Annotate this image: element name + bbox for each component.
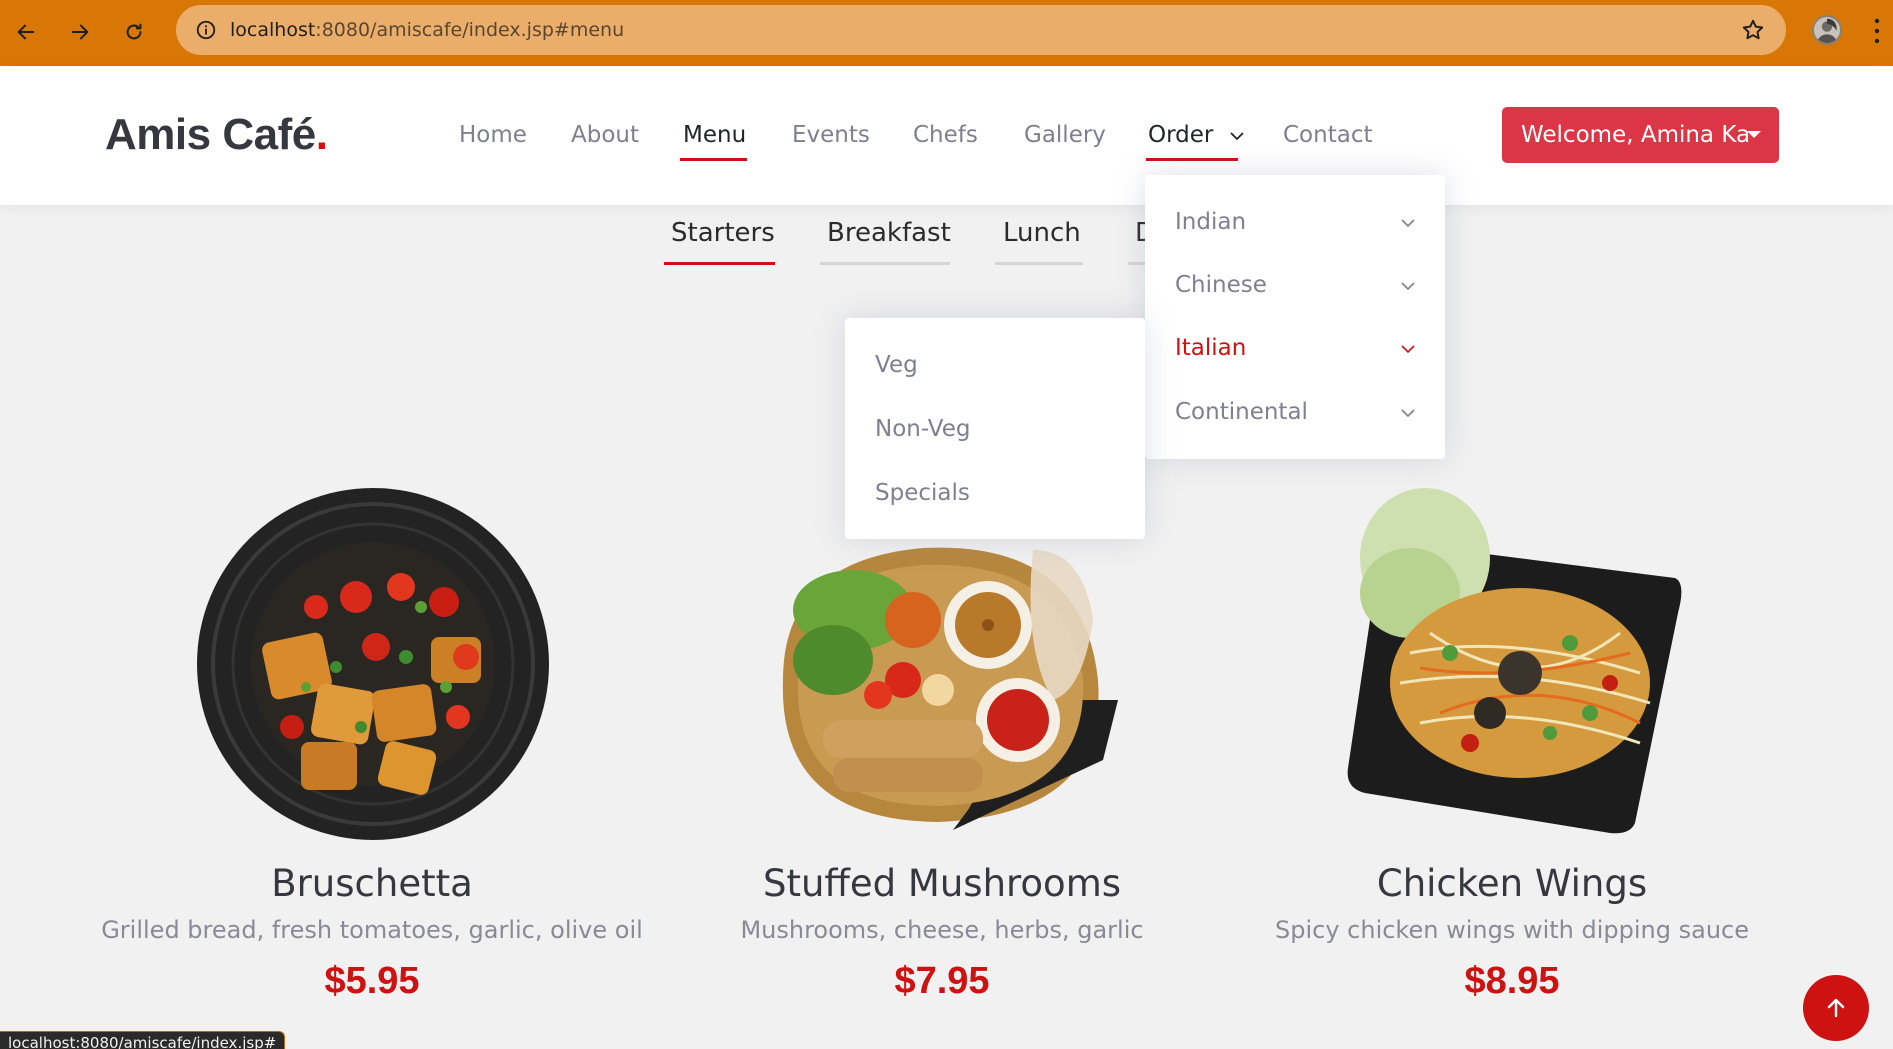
chicken-wings-image	[1347, 488, 1682, 834]
menu-item-title: Chicken Wings	[1376, 862, 1648, 905]
browser-menu-icon[interactable]	[1872, 16, 1882, 46]
welcome-user-button[interactable]: Welcome, Amina Ka	[1502, 107, 1779, 163]
tab-starters-underline	[664, 262, 775, 265]
order-item-continental[interactable]: Continental	[1175, 399, 1308, 425]
nav-home[interactable]: Home	[459, 122, 527, 148]
tab-lunch-underline	[995, 262, 1083, 265]
tab-breakfast[interactable]: Breakfast	[827, 218, 951, 248]
order-item-label: Continental	[1175, 399, 1308, 425]
submenu-item-veg[interactable]: Veg	[875, 352, 918, 378]
arrow-left-icon	[17, 24, 35, 40]
order-item-label: Chinese	[1175, 272, 1267, 298]
nav-order-label: Order	[1148, 122, 1214, 148]
profile-avatar[interactable]	[1812, 15, 1842, 45]
reload-button[interactable]	[114, 12, 154, 52]
caret-down-icon	[1747, 131, 1761, 138]
url-path: :8080/amiscafe/index.jsp#menu	[315, 19, 625, 41]
site-header: Amis Café. Home About Menu Events Chefs …	[0, 66, 1893, 205]
tab-starters[interactable]: Starters	[671, 218, 775, 248]
nav-order-underline	[1146, 158, 1238, 161]
order-dropdown-menu: Indian Chinese Italian Continental	[1145, 175, 1445, 459]
url-host: localhost	[230, 19, 316, 41]
submenu-item-specials[interactable]: Specials	[875, 480, 970, 506]
nav-menu-underline	[680, 158, 747, 161]
menu-item-price: $5.95	[324, 960, 420, 1002]
chevron-down-icon	[1401, 345, 1415, 354]
nav-about[interactable]: About	[571, 122, 639, 148]
scroll-to-top-button[interactable]	[1803, 975, 1869, 1041]
status-bar-url: localhost:8080/amiscafe/index.jsp#	[0, 1031, 286, 1049]
tab-breakfast-underline	[820, 262, 950, 265]
back-button[interactable]	[6, 12, 46, 52]
address-bar[interactable]: localhost:8080/amiscafe/index.jsp#menu	[176, 5, 1786, 55]
forward-button[interactable]	[60, 12, 100, 52]
nav-chefs[interactable]: Chefs	[913, 122, 978, 148]
url-text[interactable]: localhost:8080/amiscafe/index.jsp#menu	[230, 19, 624, 41]
tab-lunch[interactable]: Lunch	[1003, 218, 1081, 248]
menu-item-title: Bruschetta	[271, 862, 473, 905]
nav-contact[interactable]: Contact	[1283, 122, 1372, 148]
site-info-icon[interactable]	[190, 14, 222, 46]
nav-order[interactable]: Order	[1148, 122, 1245, 148]
chevron-down-icon	[1401, 219, 1415, 228]
bookmark-star-icon[interactable]	[1740, 17, 1766, 43]
menu-item-title: Stuffed Mushrooms	[762, 862, 1122, 905]
order-item-label: Indian	[1175, 209, 1247, 235]
stuffed-mushrooms-image	[782, 547, 1118, 830]
reload-icon	[126, 23, 142, 40]
logo-text: Amis Café	[105, 110, 316, 159]
italian-submenu: Veg Non-Veg Specials	[845, 318, 1145, 539]
bruschetta-image	[197, 488, 549, 840]
nav-gallery[interactable]: Gallery	[1024, 122, 1106, 148]
menu-item-price: $7.95	[894, 960, 990, 1002]
menu-item-description: Spicy chicken wings with dipping sauce	[1275, 916, 1749, 944]
order-item-italian[interactable]: Italian	[1175, 335, 1246, 361]
logo-dot: .	[315, 110, 328, 159]
order-item-chinese[interactable]: Chinese	[1175, 272, 1267, 298]
welcome-label: Welcome, Amina Ka	[1521, 122, 1751, 148]
menu-item-description: Mushrooms, cheese, herbs, garlic	[740, 916, 1144, 944]
menu-item-description: Grilled bread, fresh tomatoes, garlic, o…	[101, 916, 643, 944]
nav-events[interactable]: Events	[792, 122, 870, 148]
submenu-item-non-veg[interactable]: Non-Veg	[875, 416, 971, 442]
nav-menu[interactable]: Menu	[683, 122, 746, 148]
chevron-down-icon	[1401, 409, 1415, 418]
chevron-down-icon	[1230, 131, 1244, 140]
order-item-label: Italian	[1175, 335, 1247, 361]
chevron-down-icon	[1401, 282, 1415, 291]
arrow-up-icon	[1827, 998, 1845, 1018]
menu-item-price: $8.95	[1464, 960, 1560, 1002]
browser-toolbar: localhost:8080/amiscafe/index.jsp#menu	[0, 0, 1893, 66]
order-item-indian[interactable]: Indian	[1175, 209, 1246, 235]
site-logo[interactable]: Amis Café.	[105, 110, 328, 160]
arrow-right-icon	[71, 24, 89, 40]
